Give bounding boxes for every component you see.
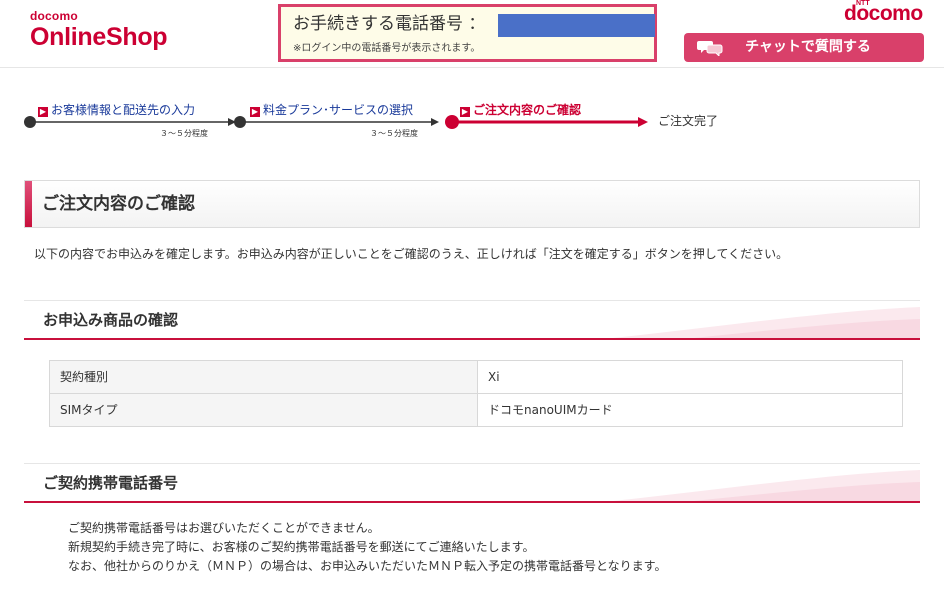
- phone-number-note-line-1: ご契約携帯電話番号はお選びいただくことができません。: [68, 521, 380, 535]
- phone-number-note: ※ログイン中の電話番号が表示されます。: [293, 43, 481, 54]
- step-3-label: ご注文内容のご確認: [473, 103, 582, 117]
- phone-number-note-line-3: なお、他社からのりかえ（ＭＮＰ）の場合は、お申込みいただいたＭＮＰ転入予定の携帯…: [68, 559, 667, 573]
- logo-small-text: docomo: [30, 9, 78, 23]
- chevron-right-icon: ▶: [250, 107, 260, 117]
- product-section-heading: お申込み商品の確認: [24, 300, 920, 340]
- intro-text: 以下の内容でお申込みを確定します。お申込み内容が正しいことをご確認のうえ、正しけ…: [34, 247, 789, 261]
- docomo-online-shop-logo[interactable]: docomo OnlineShop: [30, 9, 168, 52]
- table-key-cell: SIMタイプ: [49, 393, 478, 427]
- chevron-right-icon: ▶: [460, 107, 470, 117]
- step-1-time: ３〜５分程度: [160, 129, 208, 138]
- page-title-accent-bar: [25, 181, 32, 227]
- phone-number-value-masked: [498, 14, 655, 37]
- phone-number-label: お手続きする電話番号 ：: [293, 14, 486, 34]
- step-4-label: ご注文完了: [658, 114, 719, 128]
- site-header: docomo OnlineShop お手続きする電話番号 ： ※ログイン中の電話…: [0, 0, 944, 68]
- step-dot-3: [445, 115, 459, 129]
- logo-main-text: OnlineShop: [30, 23, 168, 51]
- step-1-link[interactable]: ▶ お客様情報と配送先の入力: [38, 103, 195, 117]
- phone-number-section-heading: ご契約携帯電話番号: [24, 463, 920, 503]
- progress-steps: ▶ お客様情報と配送先の入力 ３〜５分程度 ▶ 料金プラン･サービスの選択 ３〜５分…: [0, 68, 944, 158]
- table-value-cell: Xi: [477, 360, 903, 394]
- chat-button-label: チャットで質問する: [745, 39, 871, 55]
- table-value-cell: ドコモnanoUIMカード: [477, 393, 903, 427]
- phone-number-box: お手続きする電話番号 ： ※ログイン中の電話番号が表示されます。: [278, 4, 657, 62]
- step-2-link[interactable]: ▶ 料金プラン･サービスの選択: [250, 103, 413, 117]
- step-2-label: 料金プラン･サービスの選択: [263, 103, 414, 117]
- step-1-label: お客様情報と配送先の入力: [51, 103, 196, 117]
- step-dot-2: [234, 116, 246, 128]
- chat-question-button[interactable]: チャットで質問する: [684, 33, 924, 62]
- phone-number-note-line-2: 新規契約手続き完了時に、お客様のご契約携帯電話番号を郵送にてご連絡いたします。: [68, 540, 535, 554]
- chevron-right-icon: ▶: [38, 107, 48, 117]
- step-3-current: ▶ ご注文内容のご確認: [460, 103, 581, 117]
- step-arrow-3: [638, 117, 648, 127]
- step-2-time: ３〜５分程度: [370, 129, 418, 138]
- page-title-box: ご注文内容のご確認: [24, 180, 920, 228]
- brand-name-text: docomo: [844, 2, 923, 25]
- product-section-title: お申込み商品の確認: [43, 311, 179, 329]
- table-row: 契約種別 Xi: [49, 360, 903, 394]
- page-title: ご注文内容のご確認: [42, 194, 195, 214]
- table-key-cell: 契約種別: [49, 360, 478, 394]
- step-dot-1: [24, 116, 36, 128]
- phone-number-section-title: ご契約携帯電話番号: [43, 474, 179, 492]
- step-arrow-2: [431, 118, 439, 126]
- product-info-table: 契約種別 Xi SIMタイプ ドコモnanoUIMカード: [49, 360, 903, 427]
- table-row: SIMタイプ ドコモnanoUIMカード: [49, 393, 903, 427]
